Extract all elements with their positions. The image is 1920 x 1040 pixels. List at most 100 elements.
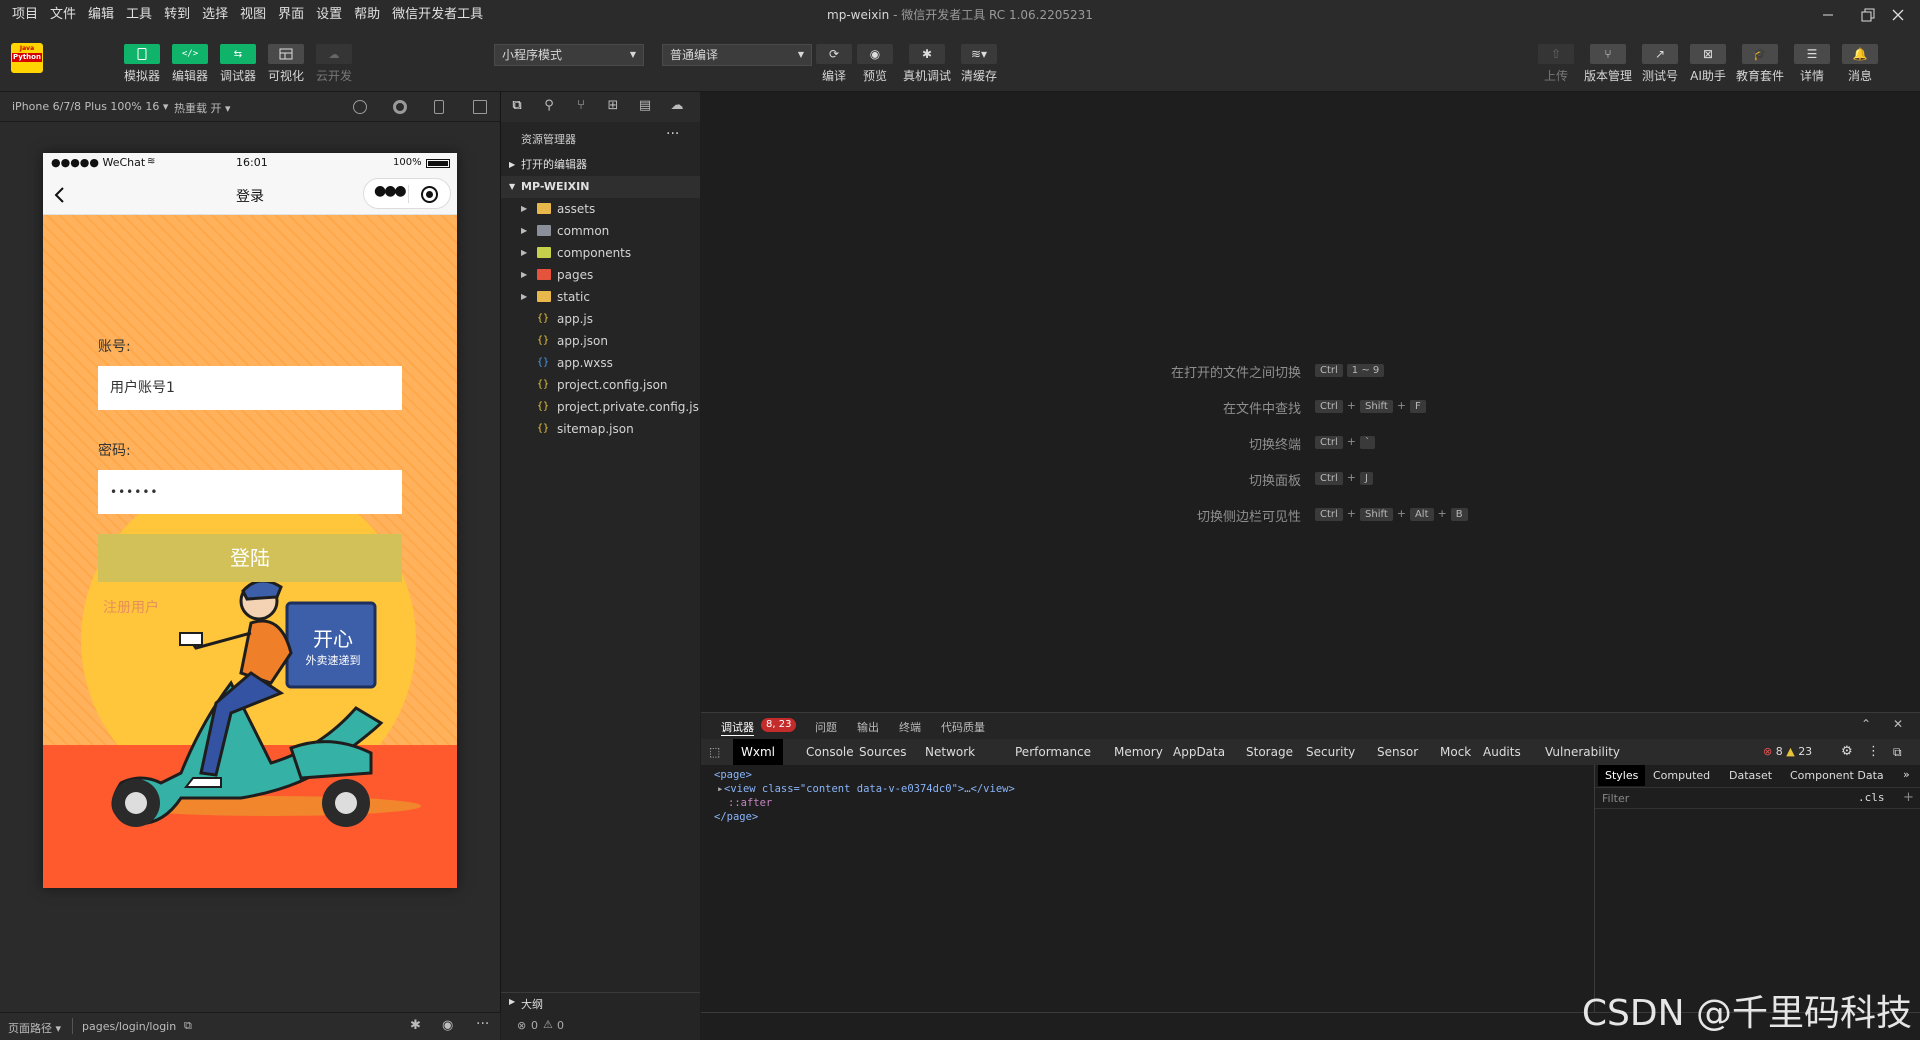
open-editors-section[interactable]: ▶ 打开的编辑器 (501, 154, 700, 176)
search-icon[interactable]: ⚲ (541, 98, 557, 114)
test-account-button[interactable]: ↗ 测试号 (1636, 44, 1684, 84)
devtools-tab[interactable]: AppData (1165, 739, 1233, 765)
outline-section[interactable]: ▶ 大纲 (501, 992, 700, 1012)
devtools-tab[interactable]: Mock (1432, 739, 1479, 765)
more-icon[interactable]: ··· (666, 126, 679, 142)
tree-folder[interactable]: ▶ assets (501, 198, 700, 220)
page-path-select[interactable]: 页面路径 ▾ (8, 1020, 61, 1036)
menu-goto[interactable]: 转到 (158, 0, 196, 30)
messages-button[interactable]: 🔔 消息 (1836, 44, 1884, 84)
tree-folder[interactable]: ▶ components (501, 242, 700, 264)
tree-file[interactable]: {} app.json (501, 330, 700, 352)
inspect-icon[interactable]: ⬚ (709, 739, 731, 765)
tree-folder[interactable]: ▶ pages (501, 264, 700, 286)
account-input[interactable]: 用户账号1 (98, 366, 402, 410)
register-link[interactable]: 注册用户 (103, 597, 159, 617)
close-icon[interactable]: ✕ (1893, 717, 1903, 731)
storage-icon[interactable]: ▤ (637, 98, 653, 114)
menu-view[interactable]: 视图 (234, 0, 272, 30)
visual-button[interactable]: 可视化 (262, 44, 310, 84)
kebab-menu-icon[interactable]: ⋮ (1867, 739, 1880, 765)
menu-select[interactable]: 选择 (196, 0, 234, 30)
code-line-page-open[interactable]: <page> (714, 769, 752, 781)
close-miniprogram-icon[interactable] (421, 186, 438, 203)
eye-icon[interactable]: ◉ (442, 1018, 453, 1033)
phone-outline-icon[interactable] (434, 100, 444, 114)
cloud-dev-icon[interactable]: ☁ (669, 98, 685, 114)
chevron-double-right-icon[interactable]: » (1903, 768, 1910, 781)
cloud-button[interactable]: ☁ 云开发 (310, 44, 358, 84)
more-icon[interactable]: ··· (476, 1016, 489, 1032)
menu-interface[interactable]: 界面 (272, 0, 310, 30)
menu-help[interactable]: 帮助 (348, 0, 386, 30)
tree-folder[interactable]: ▶ common (501, 220, 700, 242)
copy-icon[interactable]: ⧉ (184, 1019, 192, 1033)
more-dots-icon[interactable]: ●●● (374, 183, 407, 199)
extensions-icon[interactable]: ⊞ (605, 98, 621, 114)
code-line-page-close[interactable]: </page> (714, 811, 758, 823)
edu-button[interactable]: 🎓 教育套件 (1736, 44, 1784, 84)
bug-icon[interactable]: ✱ (410, 1018, 421, 1033)
record-icon[interactable] (393, 100, 407, 114)
cls-toggle[interactable]: .cls (1858, 791, 1885, 804)
debugger-button[interactable]: ⇆ 调试器 (214, 44, 262, 84)
tree-file[interactable]: {} app.wxss (501, 352, 700, 374)
editor-button[interactable]: </> 编辑器 (166, 44, 214, 84)
devtools-tab[interactable]: Vulnerability (1537, 739, 1628, 765)
tab-terminal[interactable]: 终端 (899, 719, 921, 735)
menu-project[interactable]: 项目 (6, 0, 44, 30)
devtools-tab[interactable]: Network (917, 739, 983, 765)
filter-input[interactable]: Filter (1602, 792, 1629, 805)
menu-devtools[interactable]: 微信开发者工具 (386, 0, 489, 30)
source-control-icon[interactable]: ⑂ (573, 98, 589, 114)
tree-folder[interactable]: ▶ static (501, 286, 700, 308)
devtools-tab[interactable]: Sources (851, 739, 914, 765)
remote-debug-button[interactable]: ✱ 真机调试 (903, 44, 951, 84)
root-folder-section[interactable]: ▼ MP-WEIXIN (501, 176, 700, 198)
upload-button[interactable]: ⇧ 上传 (1532, 44, 1580, 84)
detach-window-icon[interactable] (473, 100, 487, 114)
menu-file[interactable]: 文件 (44, 0, 82, 30)
menu-edit[interactable]: 编辑 (82, 0, 120, 30)
devtools-tab[interactable]: Memory (1106, 739, 1171, 765)
devtools-tab[interactable]: Wxml (733, 739, 783, 765)
password-input[interactable]: •••••• (98, 470, 402, 514)
menu-tools[interactable]: 工具 (120, 0, 158, 30)
tree-file[interactable]: {} app.js (501, 308, 700, 330)
gear-icon[interactable]: ⚙ (1841, 739, 1853, 765)
devtools-tab[interactable]: Performance (1007, 739, 1099, 765)
files-icon[interactable]: ⧉ (509, 98, 525, 114)
tab-output[interactable]: 输出 (857, 719, 879, 735)
code-line-after[interactable]: ::after (728, 797, 772, 809)
tree-file[interactable]: {} sitemap.json (501, 418, 700, 440)
tree-file[interactable]: {} project.private.config.js... (501, 396, 700, 418)
tab-component-data[interactable]: Component Data (1790, 769, 1884, 782)
tree-file[interactable]: {} project.config.json (501, 374, 700, 396)
chevron-up-icon[interactable]: ⌃ (1861, 717, 1871, 731)
add-rule-icon[interactable]: + (1903, 790, 1914, 805)
compile-mode-select[interactable]: 普通编译 ▼ (662, 44, 812, 66)
devtools-tab[interactable]: Sensor (1369, 739, 1426, 765)
tab-debugger[interactable]: 调试器 (721, 719, 754, 736)
devtools-tab[interactable]: Storage (1238, 739, 1301, 765)
ai-assistant-button[interactable]: ⊠ AI助手 (1684, 44, 1732, 84)
version-button[interactable]: ⑂ 版本管理 (1584, 44, 1632, 84)
hot-reload-toggle[interactable]: 热重载 开 ▾ (174, 100, 231, 116)
close-window-button[interactable] (1876, 0, 1920, 30)
mode-select[interactable]: 小程序模式 ▼ (494, 44, 644, 66)
simulator-button[interactable]: 模拟器 (118, 44, 166, 84)
devtools-tab[interactable]: Audits (1475, 739, 1529, 765)
clear-cache-button[interactable]: ≋▾ 清缓存 (955, 44, 1003, 84)
tab-styles[interactable]: Styles (1598, 765, 1646, 786)
login-button[interactable]: 登陆 (98, 534, 402, 582)
rotate-icon[interactable] (353, 100, 367, 114)
preview-button[interactable]: ◉ 预览 (851, 44, 899, 84)
expand-triangle-icon[interactable]: ▸ (717, 783, 723, 795)
tab-code-quality[interactable]: 代码质量 (941, 719, 985, 735)
tab-dataset[interactable]: Dataset (1729, 769, 1772, 782)
devtools-tab[interactable]: Security (1298, 739, 1363, 765)
dock-icon[interactable]: ⧉ (1893, 739, 1902, 765)
minimize-button[interactable] (1806, 0, 1850, 30)
tab-problems[interactable]: 问题 (815, 719, 837, 735)
device-select[interactable]: iPhone 6/7/8 Plus 100% 16 ▾ (12, 100, 168, 113)
